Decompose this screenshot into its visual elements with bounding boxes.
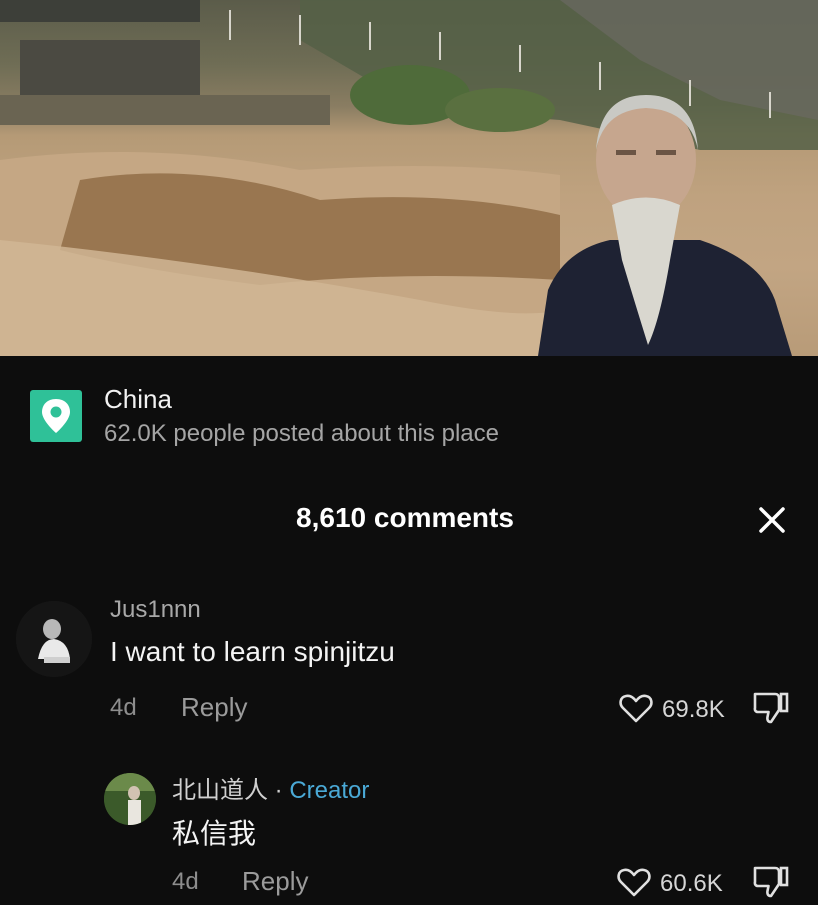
thumbs-down-icon (753, 692, 789, 724)
like-button[interactable] (616, 864, 652, 900)
comment-username[interactable]: Jus1nnn (110, 596, 201, 624)
close-icon (759, 507, 785, 533)
video-scene (0, 0, 818, 356)
avatar[interactable] (104, 773, 156, 825)
comments-count-title: 8,610 comments (296, 502, 514, 533)
like-count: 60.6K (660, 870, 723, 897)
video-frame[interactable] (0, 0, 818, 356)
username-separator: · (268, 777, 290, 804)
like-button[interactable] (618, 690, 654, 726)
comment-text: 私信我 (172, 818, 257, 849)
comment-time: 4d (172, 868, 199, 895)
avatar[interactable] (16, 601, 92, 677)
comment-time: 4d (110, 694, 137, 721)
like-count: 69.8K (662, 696, 725, 723)
heart-outline-icon (619, 694, 653, 723)
creator-badge: Creator (289, 777, 370, 804)
dislike-button[interactable] (751, 864, 791, 900)
thumbs-down-icon (753, 866, 789, 898)
close-button[interactable] (752, 500, 792, 540)
location-subtitle: 62.0K people posted about this place (104, 420, 499, 447)
reply-button[interactable]: Reply (242, 866, 308, 897)
location-name: China (104, 384, 172, 414)
heart-outline-icon (617, 868, 651, 897)
dislike-button[interactable] (751, 690, 791, 726)
reply-button[interactable]: Reply (181, 692, 247, 723)
location-pin-icon (30, 390, 82, 442)
comment-username[interactable]: 北山道人 (172, 777, 268, 804)
location-row[interactable]: China 62.0K people posted about this pla… (30, 382, 790, 452)
comment-text: I want to learn spinjitzu (110, 636, 395, 667)
comment-username-line: 北山道人 · Creator (172, 770, 369, 805)
